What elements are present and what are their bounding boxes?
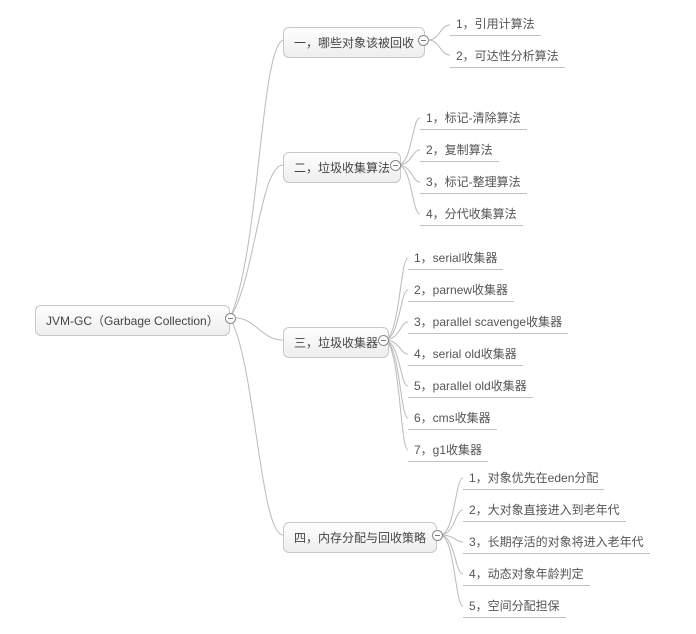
leaf-4-1[interactable]: 1，对象优先在eden分配 <box>463 466 604 490</box>
toggle-root[interactable] <box>225 313 236 324</box>
toggle-branch-4[interactable] <box>432 530 443 541</box>
branch-node-1[interactable]: 一，哪些对象该被回收 <box>283 27 425 58</box>
leaf-4-5[interactable]: 5，空间分配担保 <box>463 594 566 618</box>
toggle-branch-1[interactable] <box>418 35 429 46</box>
branch-label-1: 一，哪些对象该被回收 <box>294 36 414 50</box>
leaf-1-2[interactable]: 2，可达性分析算法 <box>450 44 565 68</box>
branch-label-4: 四，内存分配与回收策略 <box>294 531 426 545</box>
leaf-3-3[interactable]: 3，parallel scavenge收集器 <box>408 310 568 334</box>
branch-node-4[interactable]: 四，内存分配与回收策略 <box>283 522 437 553</box>
toggle-branch-3[interactable] <box>378 335 389 346</box>
leaf-3-7[interactable]: 7，g1收集器 <box>408 438 488 462</box>
leaf-3-2[interactable]: 2，parnew收集器 <box>408 278 514 302</box>
leaf-2-3[interactable]: 3，标记-整理算法 <box>420 170 527 194</box>
leaf-4-3[interactable]: 3，长期存活的对象将进入老年代 <box>463 530 650 554</box>
leaf-1-1[interactable]: 1，引用计算法 <box>450 12 541 36</box>
leaf-3-6[interactable]: 6，cms收集器 <box>408 406 497 430</box>
leaf-2-2[interactable]: 2，复制算法 <box>420 138 499 162</box>
leaf-4-2[interactable]: 2，大对象直接进入到老年代 <box>463 498 626 522</box>
root-node[interactable]: JVM-GC（Garbage Collection） <box>35 305 230 336</box>
leaf-3-4[interactable]: 4，serial old收集器 <box>408 342 523 366</box>
leaf-2-1[interactable]: 1，标记-清除算法 <box>420 106 527 130</box>
leaf-2-4[interactable]: 4，分代收集算法 <box>420 202 523 226</box>
branch-node-2[interactable]: 二，垃圾收集算法 <box>283 152 401 183</box>
branch-node-3[interactable]: 三，垃圾收集器 <box>283 327 389 358</box>
leaf-4-4[interactable]: 4，动态对象年龄判定 <box>463 562 590 586</box>
leaf-3-1[interactable]: 1，serial收集器 <box>408 246 503 270</box>
branch-label-3: 三，垃圾收集器 <box>294 336 378 350</box>
root-label: JVM-GC（Garbage Collection） <box>46 314 219 328</box>
toggle-branch-2[interactable] <box>390 160 401 171</box>
branch-label-2: 二，垃圾收集算法 <box>294 161 390 175</box>
leaf-3-5[interactable]: 5，parallel old收集器 <box>408 374 533 398</box>
